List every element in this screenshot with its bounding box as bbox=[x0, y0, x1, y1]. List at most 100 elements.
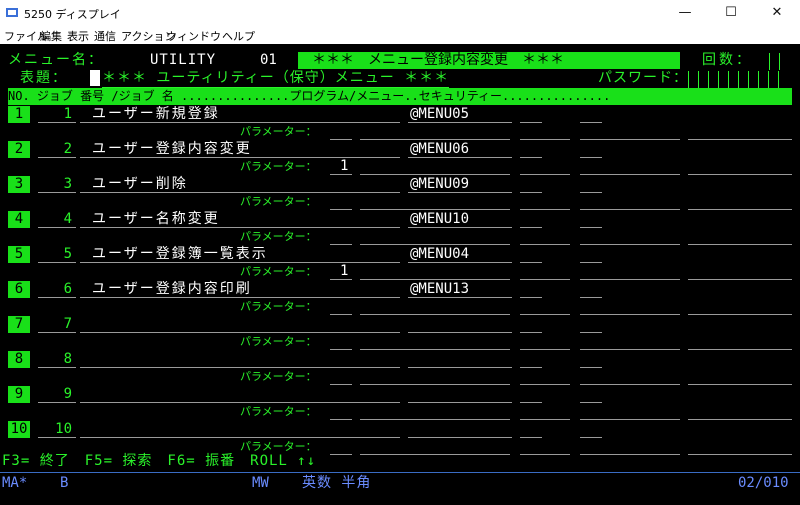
job-name-input[interactable]: ユーザー登録内容変更 bbox=[92, 141, 252, 158]
program-input[interactable]: @MENU10 bbox=[410, 211, 469, 228]
param-underline bbox=[688, 384, 792, 385]
status-mode: MA* bbox=[2, 475, 28, 491]
param-input[interactable]: 1 bbox=[340, 158, 348, 175]
param-underline bbox=[688, 244, 792, 245]
job-name-input[interactable]: ユーザー登録内容印刷 bbox=[92, 281, 252, 298]
param-label: パラメーター： bbox=[240, 195, 317, 208]
job-number-input[interactable]: 6 bbox=[38, 281, 72, 298]
job-number-input[interactable]: 5 bbox=[38, 246, 72, 263]
menu-edit[interactable]: 編集 bbox=[40, 28, 62, 44]
param-underline bbox=[520, 279, 570, 280]
param-underline bbox=[470, 384, 510, 385]
job-number-underline bbox=[38, 262, 76, 263]
param-underline bbox=[520, 139, 570, 140]
param-input[interactable]: 1 bbox=[340, 263, 348, 280]
job-number-input[interactable]: 8 bbox=[38, 351, 72, 368]
job-number-input[interactable]: 7 bbox=[38, 316, 72, 333]
row-number: 4 bbox=[8, 211, 30, 228]
job-number-input[interactable]: 2 bbox=[38, 141, 72, 158]
menu-window[interactable]: ウィンドウ bbox=[166, 28, 221, 44]
param-underline bbox=[688, 419, 792, 420]
program-input[interactable]: @MENU13 bbox=[410, 281, 469, 298]
terminal-screen[interactable]: メニュー名： UTILITY 01 ＊＊＊ メニュー登録内容変更 ＊＊＊ 回数：… bbox=[0, 44, 800, 472]
security-field-2 bbox=[580, 367, 602, 368]
param-underline bbox=[330, 279, 352, 280]
job-name-input[interactable]: ユーザー登録簿一覧表示 bbox=[92, 246, 268, 263]
param-underline bbox=[360, 419, 470, 420]
program-input[interactable]: @MENU05 bbox=[410, 106, 469, 123]
security-field-1 bbox=[520, 227, 542, 228]
param-underline bbox=[330, 454, 352, 455]
param-underline bbox=[580, 174, 680, 175]
status-bar: MA* B MW 英数 半角 02/010 bbox=[0, 472, 800, 505]
minimize-button[interactable]: — bbox=[662, 0, 708, 26]
program-input[interactable]: @MENU04 bbox=[410, 246, 469, 263]
security-field-1 bbox=[520, 157, 542, 158]
job-number-input[interactable]: 1 bbox=[38, 106, 72, 123]
param-underline bbox=[330, 209, 352, 210]
param-underline bbox=[520, 209, 570, 210]
title-bar: 5250 ディスプレイ — ☐ ✕ bbox=[0, 0, 800, 26]
param-underline bbox=[688, 174, 792, 175]
menu-comm[interactable]: 通信 bbox=[94, 28, 116, 44]
screen-title: ＊＊＊ メニュー登録内容変更 ＊＊＊ bbox=[298, 52, 680, 69]
param-underline bbox=[580, 314, 680, 315]
job-number-underline bbox=[38, 122, 76, 123]
param-underline bbox=[360, 454, 470, 455]
menu-help[interactable]: ヘルプ bbox=[222, 28, 255, 44]
job-number-input[interactable]: 4 bbox=[38, 211, 72, 228]
param-underline bbox=[580, 384, 680, 385]
param-underline bbox=[470, 419, 510, 420]
param-underline bbox=[470, 139, 510, 140]
job-name-input[interactable]: ユーザー削除 bbox=[92, 176, 188, 193]
maximize-button[interactable]: ☐ bbox=[708, 0, 754, 26]
job-number-underline bbox=[38, 297, 76, 298]
job-number-input[interactable]: 3 bbox=[38, 176, 72, 193]
param-underline bbox=[688, 209, 792, 210]
param-underline bbox=[470, 244, 510, 245]
heading-label: 表題： bbox=[20, 70, 68, 86]
password-label: パスワード： bbox=[598, 70, 688, 86]
job-number-underline bbox=[38, 227, 76, 228]
param-underline bbox=[470, 314, 510, 315]
param-label: パラメーター： bbox=[240, 160, 317, 173]
param-underline bbox=[688, 314, 792, 315]
security-field-1 bbox=[520, 402, 542, 403]
param-underline bbox=[360, 349, 470, 350]
security-field-2 bbox=[580, 437, 602, 438]
row-number: 9 bbox=[8, 386, 30, 403]
job-number-underline bbox=[38, 367, 76, 368]
param-underline bbox=[580, 209, 680, 210]
job-number-input[interactable]: 9 bbox=[38, 386, 72, 403]
param-underline bbox=[330, 174, 352, 175]
program-underline bbox=[408, 157, 512, 158]
param-underline bbox=[520, 384, 570, 385]
job-number-input[interactable]: 10 bbox=[38, 421, 72, 438]
param-underline bbox=[688, 279, 792, 280]
job-number-underline bbox=[38, 192, 76, 193]
row-number: 3 bbox=[8, 176, 30, 193]
security-field-1 bbox=[520, 367, 542, 368]
window-title: 5250 ディスプレイ bbox=[24, 8, 121, 21]
status-position: 02/010 bbox=[738, 475, 789, 491]
security-field-1 bbox=[520, 262, 542, 263]
param-underline bbox=[580, 419, 680, 420]
status-b: B bbox=[60, 475, 69, 491]
param-underline bbox=[330, 384, 352, 385]
job-name-input[interactable]: ユーザー新規登録 bbox=[92, 106, 220, 123]
close-button[interactable]: ✕ bbox=[754, 0, 800, 26]
security-field-1 bbox=[520, 192, 542, 193]
param-underline bbox=[360, 244, 470, 245]
job-number-underline bbox=[38, 157, 76, 158]
param-label: パラメーター： bbox=[240, 265, 317, 278]
job-name-input[interactable]: ユーザー名称変更 bbox=[92, 211, 220, 228]
program-input[interactable]: @MENU09 bbox=[410, 176, 469, 193]
security-field-1 bbox=[520, 437, 542, 438]
count-field-right bbox=[779, 53, 780, 70]
heading-input[interactable]: ＊＊＊ ユーティリティー（保守）メニュー ＊＊＊ bbox=[102, 70, 450, 88]
param-label: パラメーター： bbox=[240, 335, 317, 348]
param-underline bbox=[470, 174, 510, 175]
menu-view[interactable]: 表示 bbox=[67, 28, 89, 44]
param-underline bbox=[330, 139, 352, 140]
program-input[interactable]: @MENU06 bbox=[410, 141, 469, 158]
